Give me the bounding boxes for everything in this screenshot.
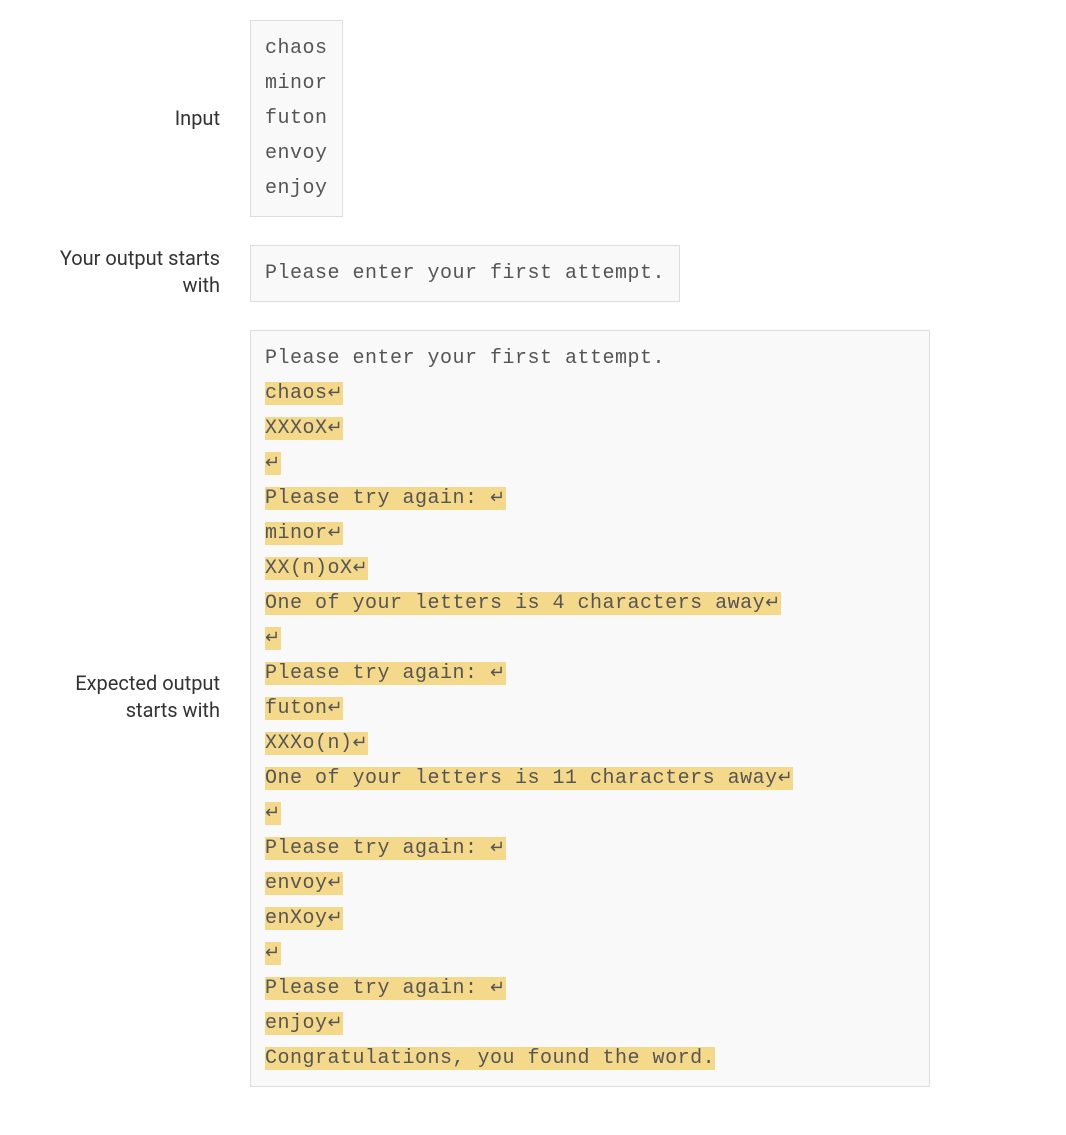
expected-line-plain: Please enter your first attempt. [265,341,915,376]
newline-icon [778,767,794,790]
expected-line: enjoy [265,1006,915,1041]
newline-icon [490,662,506,685]
expected-line: Please try again: [265,831,915,866]
newline-icon [328,382,344,405]
input-code-box: chaos minor futon envoy enjoy [250,20,343,217]
expected-text: Please try again: [265,837,490,860]
expected-text: One of your letters is 11 characters awa… [265,767,778,790]
newline-icon [490,977,506,1000]
newline-icon [490,487,506,510]
expected-line: enXoy [265,901,915,936]
expected-line: XX(n)oX [265,551,915,586]
expected-line: minor [265,516,915,551]
input-line: chaos [265,31,328,66]
expected-output-value-col: Please enter your first attempt. chaos X… [250,330,1046,1087]
input-value-col: chaos minor futon envoy enjoy [250,20,1046,217]
newline-icon [328,872,344,895]
expected-text: One of your letters is 4 characters away [265,592,765,615]
newline-icon [265,802,281,825]
expected-line: One of your letters is 4 characters away [265,586,915,621]
expected-text: Please try again: [265,662,490,685]
newline-icon [328,522,344,545]
newline-icon [265,627,281,650]
input-line: enjoy [265,171,328,206]
newline-icon [353,732,369,755]
expected-output-label: Expected output starts with [20,330,250,724]
newline-icon [328,417,344,440]
expected-text: XX(n)oX [265,557,353,580]
newline-icon [328,697,344,720]
newline-icon [353,557,369,580]
expected-text: futon [265,697,328,720]
input-row: Input chaos minor futon envoy enjoy [20,20,1046,217]
newline-icon [265,942,281,965]
expected-line: Please try again: [265,481,915,516]
expected-text: Please try again: [265,977,490,1000]
newline-icon [328,1012,344,1035]
your-output-text: Please enter your first attempt. [265,262,665,285]
newline-icon [328,907,344,930]
expected-text: chaos [265,382,328,405]
expected-line [265,936,915,971]
your-output-box: Please enter your first attempt. [250,245,680,302]
expected-line: futon [265,691,915,726]
expected-line: Please try again: [265,656,915,691]
expected-output-box: Please enter your first attempt. chaos X… [250,330,930,1087]
expected-line [265,796,915,831]
expected-output-row: Expected output starts with Please enter… [20,330,1046,1087]
expected-text: enXoy [265,907,328,930]
expected-text: Congratulations, you found the word. [265,1047,715,1070]
your-output-label: Your output starts with [20,245,250,299]
expected-text: envoy [265,872,328,895]
input-line: futon [265,101,328,136]
input-line: envoy [265,136,328,171]
input-line: minor [265,66,328,101]
expected-line: Please try again: [265,971,915,1006]
expected-text: XXXoX [265,417,328,440]
input-label: Input [20,105,250,132]
expected-text: Please try again: [265,487,490,510]
expected-line: envoy [265,866,915,901]
expected-text: minor [265,522,328,545]
newline-icon [265,452,281,475]
expected-text: XXXo(n) [265,732,353,755]
newline-icon [490,837,506,860]
your-output-value-col: Please enter your first attempt. [250,245,1046,302]
expected-text: enjoy [265,1012,328,1035]
expected-line: Congratulations, you found the word. [265,1041,915,1076]
expected-line: One of your letters is 11 characters awa… [265,761,915,796]
expected-line [265,621,915,656]
your-output-row: Your output starts with Please enter you… [20,245,1046,302]
expected-line: XXXo(n) [265,726,915,761]
expected-line: XXXoX [265,411,915,446]
expected-line: chaos [265,376,915,411]
expected-line [265,446,915,481]
newline-icon [765,592,781,615]
